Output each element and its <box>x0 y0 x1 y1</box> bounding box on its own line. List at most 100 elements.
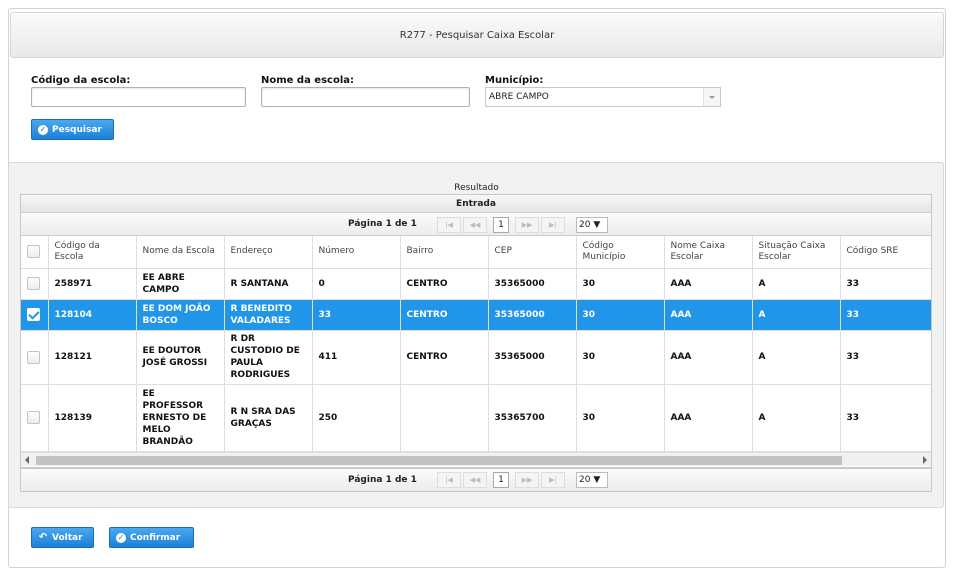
table-row[interactable]: 258971 EE ABRE CAMPO R SANTANA 0 CENTRO … <box>21 268 931 300</box>
page-number-input[interactable]: 1 <box>493 217 509 233</box>
table-cell: A <box>752 330 841 385</box>
grid-title: Entrada <box>21 195 931 213</box>
select-all-checkbox[interactable] <box>27 245 40 259</box>
row-checkbox[interactable] <box>27 277 40 290</box>
results-table: Código da Escola Nome da Escola Endereço… <box>21 236 931 452</box>
table-cell: CENTRO <box>400 330 489 385</box>
confirmar-button-label: Confirmar <box>130 532 181 543</box>
prev-page-icon[interactable]: ◀◀ <box>463 472 487 488</box>
table-cell: AAA <box>664 384 753 452</box>
column-header[interactable]: Nome da Escola <box>136 236 225 269</box>
pager-info: Página 1 de 1 <box>348 219 417 229</box>
voltar-button-label: Voltar <box>52 532 83 543</box>
column-header[interactable]: Número <box>312 236 401 269</box>
table-cell: R BENEDITO VALADARES <box>224 299 313 331</box>
table-cell: 258971 <box>48 268 137 300</box>
column-header[interactable]: Nome Caixa Escolar <box>664 236 753 269</box>
column-header[interactable]: Endereço <box>224 236 313 269</box>
table-cell: CENTRO <box>400 299 489 331</box>
table-cell: 411 <box>312 330 401 385</box>
table-cell: A <box>752 384 841 452</box>
column-header[interactable]: Código SRE <box>840 236 931 269</box>
table-cell: 35365700 <box>488 384 577 452</box>
first-page-icon[interactable]: |◀ <box>437 472 461 488</box>
table-cell: 128104 <box>48 299 137 331</box>
pager-bottom: Página 1 de 1 |◀ ◀◀ 1 ▶▶ ▶| 20 ▼ <box>20 468 932 492</box>
scrollbar-thumb[interactable] <box>36 456 842 465</box>
horizontal-scrollbar[interactable] <box>21 452 931 466</box>
next-page-icon[interactable]: ▶▶ <box>515 472 539 488</box>
table-cell <box>400 384 489 452</box>
row-checkbox[interactable] <box>27 411 40 424</box>
table-cell: A <box>752 268 841 300</box>
table-cell: 30 <box>576 299 665 331</box>
pager-info: Página 1 de 1 <box>348 475 417 485</box>
results-caption: Resultado <box>454 183 499 193</box>
table-row[interactable]: 128139 EE PROFESSOR ERNESTO DE MELO BRAN… <box>21 384 931 452</box>
table-cell: 33 <box>840 299 931 331</box>
table-cell: 0 <box>312 268 401 300</box>
codigo-escola-input[interactable] <box>31 87 246 107</box>
municipio-selected-value: ABRE CAMPO <box>489 92 549 102</box>
table-cell: CENTRO <box>400 268 489 300</box>
voltar-button[interactable]: ↶ Voltar <box>31 527 94 548</box>
column-header[interactable]: CEP <box>488 236 577 269</box>
table-cell: R N SRA DAS GRAÇAS <box>224 384 313 452</box>
scroll-right-icon[interactable] <box>923 456 927 464</box>
table-cell: 35365000 <box>488 268 577 300</box>
search-icon: ✓ <box>38 124 48 135</box>
chevron-down-icon[interactable] <box>703 88 720 106</box>
table-cell: A <box>752 299 841 331</box>
pager-top: Página 1 de 1 |◀ ◀◀ 1 ▶▶ ▶| 20 ▼ <box>21 214 931 236</box>
table-cell: 35365000 <box>488 330 577 385</box>
nome-escola-label: Nome da escola: <box>261 75 355 86</box>
back-arrow-icon: ↶ <box>38 532 48 543</box>
pesquisar-button[interactable]: ✓ Pesquisar <box>31 119 114 140</box>
table-cell: 35365000 <box>488 299 577 331</box>
page-size-select[interactable]: 20 ▼ <box>576 472 608 488</box>
select-all-cell[interactable] <box>21 236 49 269</box>
table-cell: AAA <box>664 299 753 331</box>
table-cell: 30 <box>576 268 665 300</box>
pesquisar-button-label: Pesquisar <box>52 124 102 135</box>
column-header[interactable]: Bairro <box>400 236 489 269</box>
column-header[interactable]: Situação Caixa Escolar <box>752 236 841 269</box>
municipio-select[interactable]: ABRE CAMPO <box>485 87 721 107</box>
nome-escola-input[interactable] <box>261 87 470 107</box>
scroll-left-icon[interactable] <box>25 456 29 464</box>
table-cell: 250 <box>312 384 401 452</box>
first-page-icon[interactable]: |◀ <box>437 217 461 233</box>
table-cell: AAA <box>664 330 753 385</box>
results-grid: Entrada Página 1 de 1 |◀ ◀◀ 1 ▶▶ ▶| 20 ▼… <box>20 194 932 468</box>
table-cell: R SANTANA <box>224 268 313 300</box>
last-page-icon[interactable]: ▶| <box>541 472 565 488</box>
table-cell: 128139 <box>48 384 137 452</box>
row-checkbox[interactable] <box>27 350 40 364</box>
table-cell: R DR CUSTODIO DE PAULA RODRIGUES <box>224 330 313 385</box>
table-cell: 128121 <box>48 330 137 385</box>
table-cell: 33 <box>840 330 931 385</box>
codigo-escola-label: Código da escola: <box>31 75 131 86</box>
page-number-input[interactable]: 1 <box>493 472 509 488</box>
prev-page-icon[interactable]: ◀◀ <box>463 217 487 233</box>
table-row[interactable]: 128121 EE DOUTOR JOSÉ GROSSI R DR CUSTOD… <box>21 330 931 385</box>
last-page-icon[interactable]: ▶| <box>541 217 565 233</box>
table-cell: 30 <box>576 384 665 452</box>
row-checkbox-checked[interactable] <box>27 308 40 321</box>
column-header[interactable]: Código da Escola <box>48 236 137 269</box>
page-size-select[interactable]: 20 ▼ <box>576 217 608 233</box>
table-cell: AAA <box>664 268 753 300</box>
table-cell: EE ABRE CAMPO <box>136 268 225 300</box>
municipio-label: Município: <box>485 75 544 86</box>
table-cell: EE DOM JOÃO BOSCO <box>136 299 225 331</box>
table-cell: EE DOUTOR JOSÉ GROSSI <box>136 330 225 385</box>
confirmar-button[interactable]: ✓ Confirmar <box>109 527 194 548</box>
table-row-selected[interactable]: 128104 EE DOM JOÃO BOSCO R BENEDITO VALA… <box>21 299 931 331</box>
table-cell: 30 <box>576 330 665 385</box>
table-cell: 33 <box>840 384 931 452</box>
table-cell: 33 <box>312 299 401 331</box>
page-title: R277 - Pesquisar Caixa Escolar <box>10 12 944 58</box>
next-page-icon[interactable]: ▶▶ <box>515 217 539 233</box>
column-header[interactable]: Código Município <box>576 236 665 269</box>
header-row: Código da Escola Nome da Escola Endereço… <box>21 236 931 269</box>
